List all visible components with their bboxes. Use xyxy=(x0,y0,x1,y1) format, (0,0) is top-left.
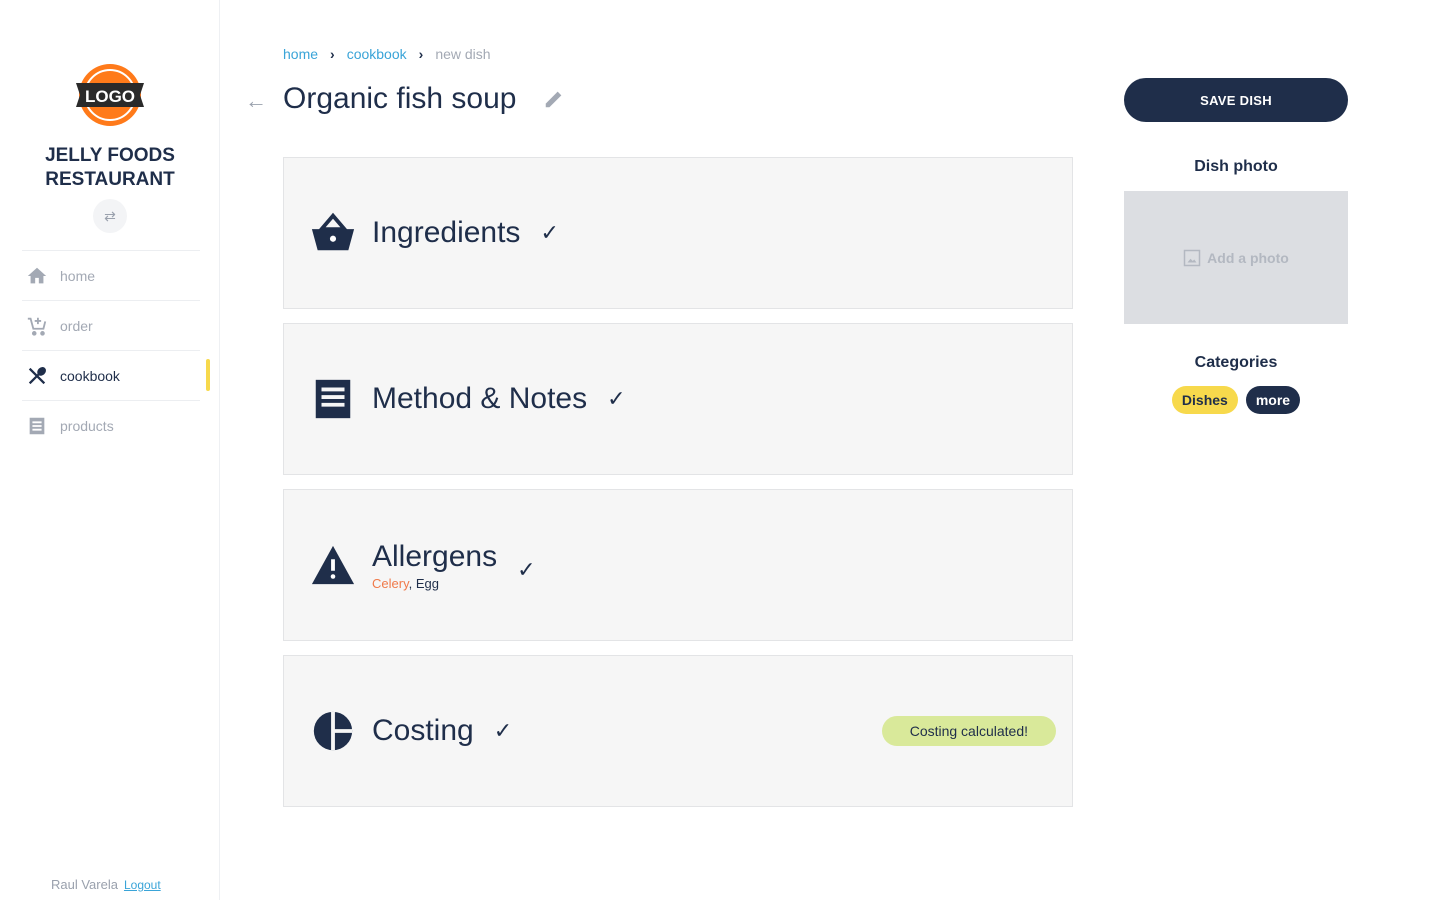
image-icon xyxy=(1183,249,1201,266)
costing-status-badge: Costing calculated! xyxy=(881,716,1056,746)
sidebar-item-cookbook[interactable]: cookbook xyxy=(22,350,210,400)
allergen-list: Celery, Egg xyxy=(372,575,439,591)
brand-name: JELLY FOODS RESTAURANT xyxy=(45,145,175,190)
section-ingredients[interactable]: Ingredients ✓ xyxy=(283,157,1073,309)
back-arrow-icon[interactable]: ← xyxy=(245,88,267,114)
sidebar-item-home[interactable]: home xyxy=(22,250,200,300)
check-icon: ✓ xyxy=(540,220,559,245)
sidebar: LOGO JELLY FOODS RESTAURANT ⇄ home order … xyxy=(0,0,220,900)
collapse-sidebar-button[interactable]: ⇄ xyxy=(93,199,127,233)
dish-photo-heading: Dish photo xyxy=(1194,158,1278,175)
cart-add-icon xyxy=(27,317,47,336)
check-icon: ✓ xyxy=(493,718,513,743)
breadcrumb-cookbook[interactable]: cookbook xyxy=(347,46,407,62)
sidebar-item-products[interactable]: products xyxy=(22,400,200,450)
add-photo-area[interactable]: Add a photo xyxy=(1124,191,1348,324)
section-allergens[interactable]: Allergens Celery, Egg ✓ xyxy=(283,489,1073,641)
section-costing[interactable]: Costing ✓ Costing calculated! xyxy=(283,655,1073,807)
sidebar-item-order[interactable]: order xyxy=(22,300,200,350)
category-chips: Dishes more xyxy=(1124,386,1348,414)
breadcrumb-current: new dish xyxy=(435,46,491,62)
edit-pencil-icon[interactable] xyxy=(543,88,565,110)
chevron-right-icon: › xyxy=(418,46,424,62)
pie-chart-icon xyxy=(313,711,353,751)
receipt-icon xyxy=(315,379,351,419)
receipt-icon xyxy=(29,417,45,434)
breadcrumb-home[interactable]: home xyxy=(283,46,318,62)
more-categories-button[interactable]: more xyxy=(1245,386,1301,414)
collapse-icon: ⇄ xyxy=(104,207,116,224)
logo: LOGO xyxy=(76,64,144,126)
warning-icon xyxy=(311,545,355,585)
category-chip[interactable]: Dishes xyxy=(1171,386,1238,414)
check-icon: ✓ xyxy=(517,557,536,582)
page-title: Organic fish soup xyxy=(283,82,517,115)
categories-heading: Categories xyxy=(1194,354,1278,371)
home-icon xyxy=(27,267,47,283)
logout-link[interactable]: Logout xyxy=(124,878,161,892)
check-icon: ✓ xyxy=(607,386,626,411)
utensils-icon xyxy=(28,366,46,384)
breadcrumb: home › cookbook › new dish xyxy=(283,46,491,62)
section-method-notes[interactable]: Method & Notes ✓ xyxy=(283,323,1073,475)
sidebar-nav: home order cookbook products xyxy=(22,250,210,450)
chevron-right-icon: › xyxy=(330,46,335,62)
svg-text:LOGO: LOGO xyxy=(85,87,135,106)
save-dish-button[interactable]: SAVE DISH xyxy=(1124,78,1348,122)
user-info: Raul Varela Logout xyxy=(51,877,161,892)
basket-icon xyxy=(311,212,355,251)
